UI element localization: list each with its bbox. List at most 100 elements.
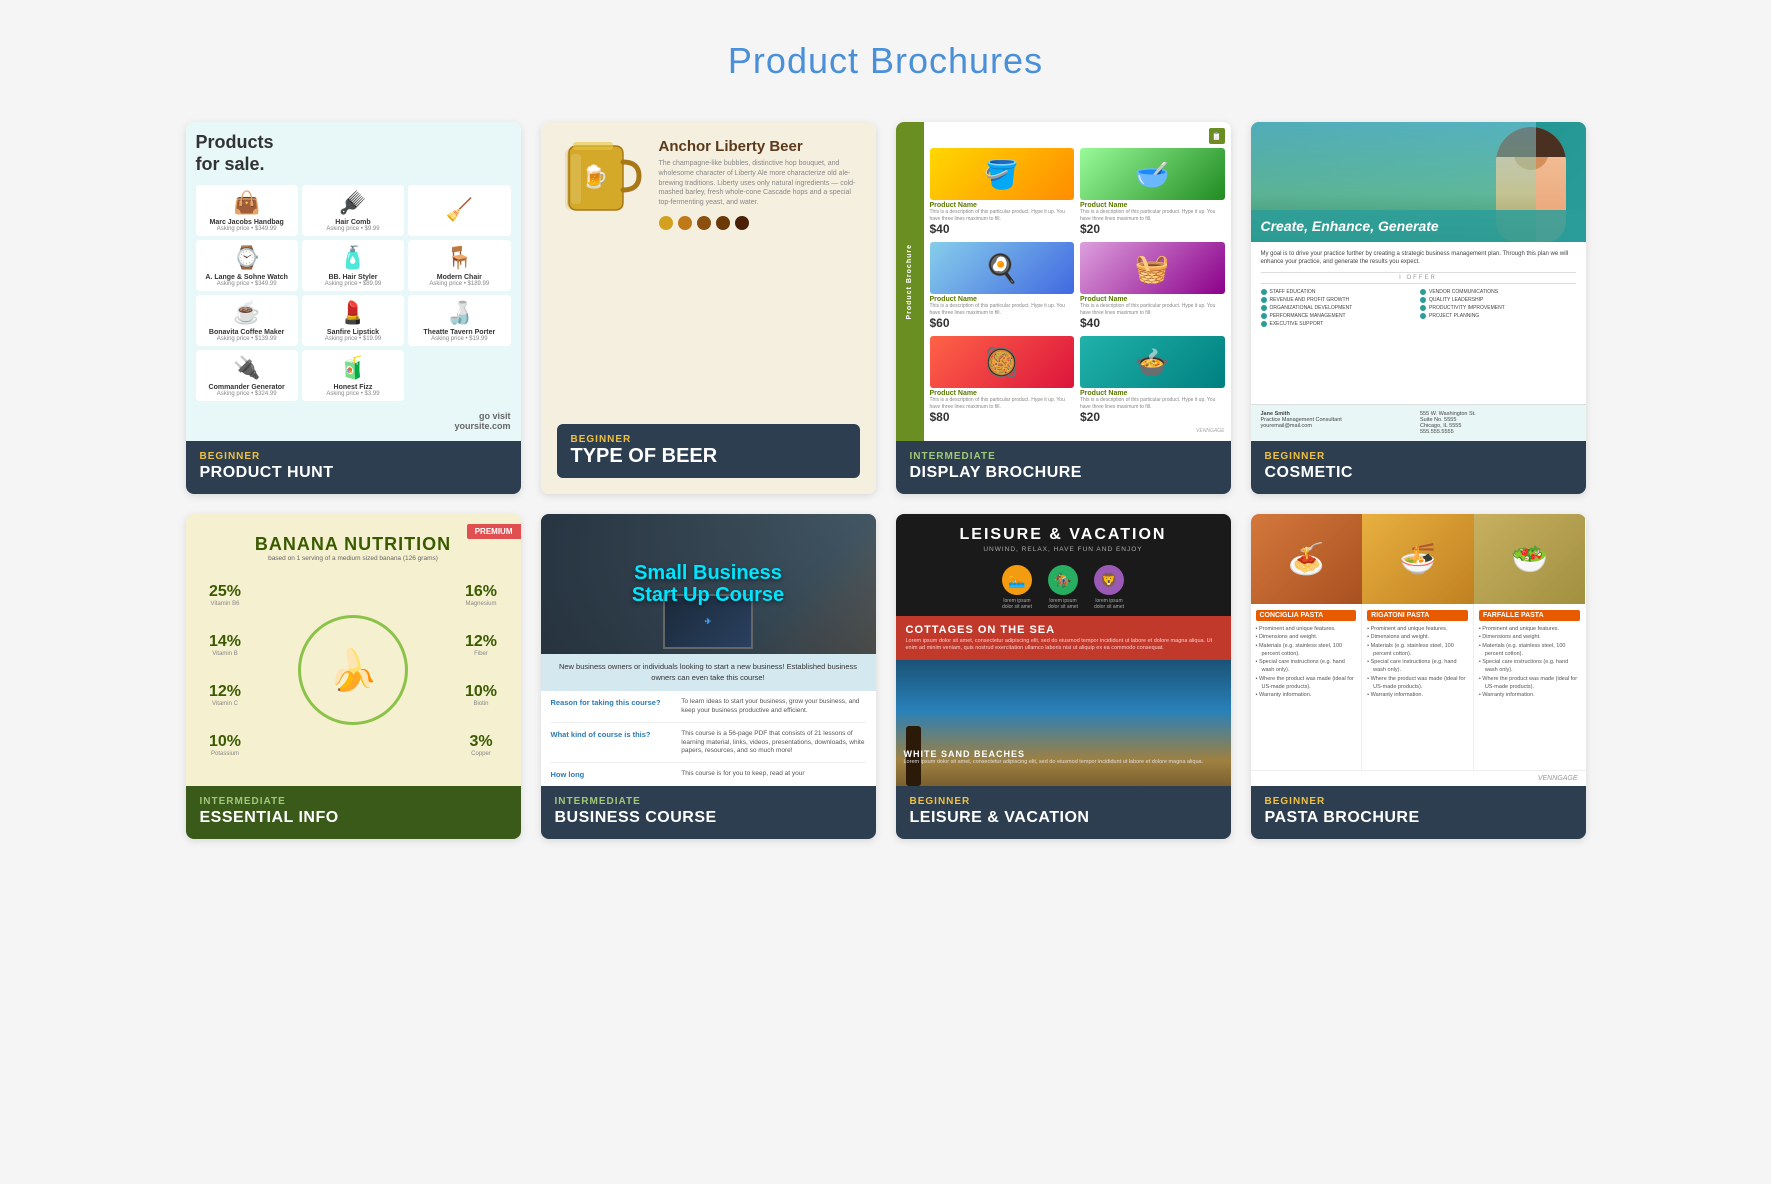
essential-level: INTERMEDIATE [200, 796, 507, 807]
leisure-title-area: LEISURE & VACATION UNWIND, RELAX, HAVE F… [896, 514, 1231, 559]
leisure-level: BEGINNER [910, 796, 1217, 807]
leisure-icon-animal: 🦁 lorem ipsumdolor sit amet [1094, 565, 1124, 610]
display-name: DISPLAY BROCHURE [910, 464, 1217, 482]
ph-title: Productsfor sale. [196, 132, 511, 175]
pasta-level: BEGINNER [1265, 796, 1572, 807]
banana-subtitle: based on 1 serving of a medium sized ban… [198, 555, 509, 562]
biz-qa: Reason for taking this course? To learn … [541, 691, 876, 786]
display-item-5: 🥘 Product Name This is a description of … [930, 336, 1075, 424]
cottages-desc: Lorem ipsum dolor sit amet, consectetur … [906, 638, 1221, 652]
beach-title: WHITE SAND BEACHES [896, 749, 1212, 759]
card-beer[interactable]: 🍺 Anchor Liberty Beer The champagne-like… [541, 122, 876, 494]
display-sidebar-text: Product Brochure [906, 244, 913, 320]
banana-preview: PREMIUM BANANA NUTRITION based on 1 serv… [186, 514, 521, 786]
banana-title: BANANA NUTRITION [198, 534, 509, 555]
leisure-title: LEISURE & VACATION [908, 526, 1219, 544]
biz-qa-item-3: How long This course is for you to keep,… [551, 763, 866, 786]
cottages-title: COTTAGES ON THE SEA [906, 624, 1221, 636]
card-display-brochure[interactable]: Product Brochure 📋 🪣 Product Name [896, 122, 1231, 494]
product-hunt-preview: Productsfor sale. 👜 Marc Jacobs Handbag … [186, 122, 521, 441]
display-brochure-preview: Product Brochure 📋 🪣 Product Name [896, 122, 1231, 441]
cosmetic-divider: I OFFER [1261, 272, 1576, 284]
card-product-hunt[interactable]: Productsfor sale. 👜 Marc Jacobs Handbag … [186, 122, 521, 494]
leisure-name: LEISURE & VACATION [910, 809, 1217, 827]
ph-item-comb: 🪮 Hair Comb Asking price • $9.99 [302, 185, 404, 236]
pasta-columns: CONCIGLIA PASTA • Prominent and unique f… [1251, 604, 1586, 770]
beer-level-label: BEGINNER [571, 434, 846, 445]
leisure-icon-hiking: 🏊 lorem ipsumdolor sit amet [1002, 565, 1032, 610]
bstat-16: 16% Magnesium [454, 583, 509, 607]
beer-bottom-box: BEGINNER TYPE OF BEER [557, 424, 860, 478]
cosmetic-body: My goal is to drive your practice furthe… [1251, 242, 1586, 404]
leisure-preview: LEISURE & VACATION UNWIND, RELAX, HAVE F… [896, 514, 1231, 786]
ph-item-broom: 🧹 [408, 185, 510, 236]
display-products-grid: 🪣 Product Name This is a description of … [930, 148, 1225, 424]
leisure-icons-row: 🏊 lorem ipsumdolor sit amet 🏇 lorem ipsu… [896, 559, 1231, 616]
beer-top: 🍺 Anchor Liberty Beer The champagne-like… [557, 138, 860, 230]
pasta-col-2-bullets: • Prominent and unique features. • Dimen… [1367, 625, 1468, 699]
card-essential-info[interactable]: PREMIUM BANANA NUTRITION based on 1 serv… [186, 514, 521, 839]
pasta-col-2: RIGATONI PASTA • Prominent and unique fe… [1362, 604, 1474, 770]
biz-qa-item-1: Reason for taking this course? To learn … [551, 691, 866, 723]
card-leisure-vacation[interactable]: LEISURE & VACATION UNWIND, RELAX, HAVE F… [896, 514, 1231, 839]
cs-item-1: STAFF EDUCATION [1261, 289, 1417, 295]
beer-swatch-3 [697, 216, 711, 230]
bstat-12r: 12% Fiber [454, 633, 509, 657]
display-level: INTERMEDIATE [910, 451, 1217, 462]
essential-info-footer: INTERMEDIATE ESSENTIAL INFO [186, 786, 521, 839]
card-cosmetic[interactable]: Create, Enhance, Generate My goal is to … [1251, 122, 1586, 494]
pasta-img-rigatoni: 🍜 [1362, 514, 1474, 604]
banana-circle-area: 25% Vitamin B6 14% Vitamin B 12% Vitamin… [198, 570, 509, 770]
display-header-icon: 📋 [930, 128, 1225, 144]
essential-name: ESSENTIAL INFO [200, 809, 507, 827]
bstat-10l: 10% Potassium [198, 733, 253, 757]
svg-text:🍺: 🍺 [581, 163, 608, 189]
beer-name: Anchor Liberty Beer [659, 138, 860, 155]
product-hunt-level: BEGINNER [200, 451, 507, 462]
leisure-beach-section: WHITE SAND BEACHES Lorem ipsum dolor sit… [896, 660, 1231, 786]
beer-swatch-5 [735, 216, 749, 230]
cosmetic-level: BEGINNER [1265, 451, 1572, 462]
biz-qa-item-2: What kind of course is this? This course… [551, 723, 866, 763]
display-item-6: 🍲 Product Name This is a description of … [1080, 336, 1225, 424]
display-logo: VENNGAGE [930, 428, 1225, 434]
pasta-img-conchiglie: 🍝 [1251, 514, 1363, 604]
cs-item-4: QUALITY LEADERSHIP [1420, 297, 1576, 303]
biz-title: Small Business Start Up Course [632, 562, 784, 606]
card-pasta-brochure[interactable]: 🍝 🍜 🥗 CONCIGLIA PASTA • Prominent and un… [1251, 514, 1586, 839]
cosmetic-footer: BEGINNER COSMETIC [1251, 441, 1586, 494]
beach-desc: Lorem ipsum dolor sit amet, consectetur … [896, 759, 1212, 766]
beer-desc: The champagne-like bubbles, distinctive … [659, 159, 860, 208]
leisure-beach-text: WHITE SAND BEACHES Lorem ipsum dolor sit… [896, 749, 1212, 766]
cs-item-3: REVENUE AND PROFIT GROWTH [1261, 297, 1417, 303]
contact-right: 555 W. Washington St. Suite No. 5555 Chi… [1420, 411, 1576, 435]
cs-item-6: PRODUCTIVITY IMPROVEMENT [1420, 305, 1576, 311]
cosmetic-name: COSMETIC [1265, 464, 1572, 482]
ph-item-lipstick: 💄 Sanfire Lipstick Asking price • $19.99 [302, 295, 404, 346]
cosmetic-headline: Create, Enhance, Generate [1261, 218, 1576, 234]
pasta-col-1-bullets: • Prominent and unique features. • Dimen… [1256, 625, 1357, 699]
cosmetic-services: STAFF EDUCATION VENDOR COMMUNICATIONS RE… [1261, 289, 1576, 327]
ph-item-handbag: 👜 Marc Jacobs Handbag Asking price • $34… [196, 185, 298, 236]
pasta-col-1-title: CONCIGLIA PASTA [1256, 610, 1357, 621]
bstat-10r: 10% Biotin [454, 683, 509, 707]
product-hunt-name: PRODUCT HUNT [200, 464, 507, 482]
ph-item-styler: 🧴 BB. Hair Styler Asking price • $89.99 [302, 240, 404, 291]
card-business-course[interactable]: ✈ Small Business Start Up Course New bus… [541, 514, 876, 839]
pasta-col-1: CONCIGLIA PASTA • Prominent and unique f… [1251, 604, 1363, 770]
beer-spacer [557, 230, 860, 424]
leisure-red-section: COTTAGES ON THE SEA Lorem ipsum dolor si… [896, 616, 1231, 660]
cosmetic-desc: My goal is to drive your practice furthe… [1261, 250, 1576, 267]
cs-item-9: EXECUTIVE SUPPORT [1261, 321, 1576, 327]
banana-circle: 🍌 [298, 615, 408, 725]
display-sidebar: Product Brochure [896, 122, 924, 441]
banana-emoji: 🍌 [328, 647, 378, 694]
beer-swatch-4 [716, 216, 730, 230]
product-hunt-footer: BEGINNER PRODUCT HUNT [186, 441, 521, 494]
display-content: 📋 🪣 Product Name This is a description o… [924, 122, 1231, 441]
bstat-25: 25% Vitamin B6 [198, 583, 253, 607]
beer-swatch-2 [678, 216, 692, 230]
pasta-col-3: FARFALLE PASTA • Prominent and unique fe… [1474, 604, 1586, 770]
bstat-12l: 12% Vitamin C [198, 683, 253, 707]
beer-mug-icon: 🍺 [557, 138, 647, 223]
